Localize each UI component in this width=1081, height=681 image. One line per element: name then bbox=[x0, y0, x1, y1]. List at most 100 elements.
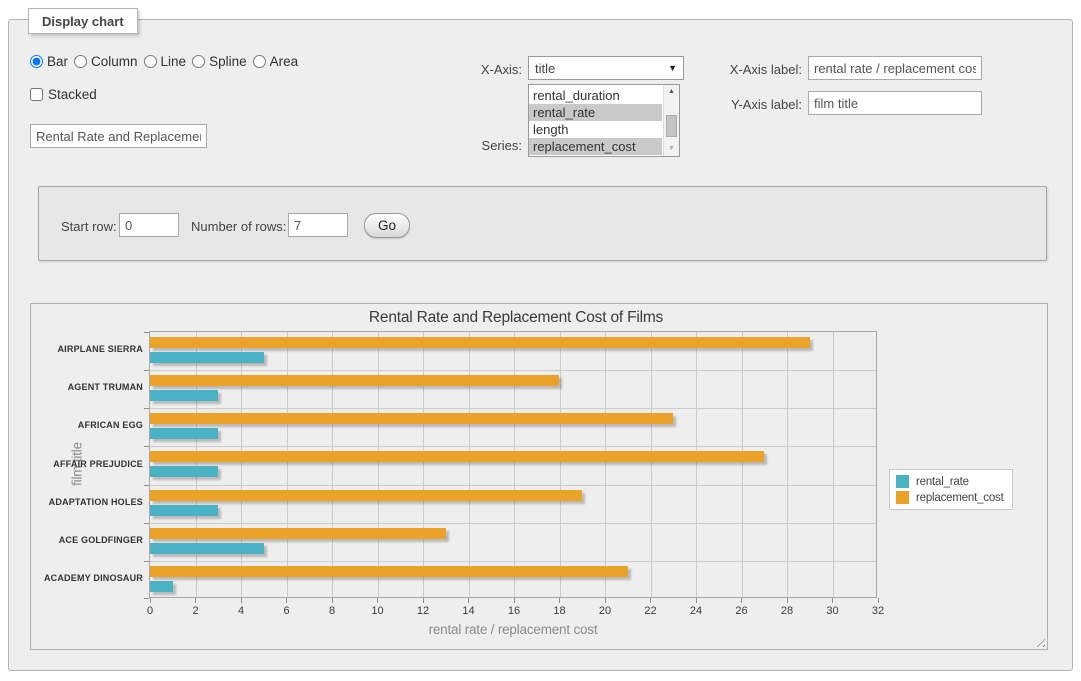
category-label: ACADEMY DINOSAUR bbox=[31, 573, 143, 583]
x-tick-label: 0 bbox=[135, 605, 165, 617]
bar-replacement_cost bbox=[150, 375, 559, 386]
x-axis-selected-value: title bbox=[535, 61, 668, 76]
chart-type-option-bar[interactable]: Bar bbox=[30, 54, 68, 69]
go-button[interactable]: Go bbox=[364, 213, 410, 238]
chart-container: Rental Rate and Replacement Cost of Film… bbox=[30, 303, 1048, 650]
chart-type-option-line[interactable]: Line bbox=[144, 54, 187, 69]
grid-line-vertical bbox=[742, 332, 743, 597]
x-tick-label: 18 bbox=[545, 605, 575, 617]
x-tick-label: 14 bbox=[454, 605, 484, 617]
x-tick-label: 28 bbox=[772, 605, 802, 617]
bar-rental_rate bbox=[150, 466, 218, 477]
x-tick-mark bbox=[241, 598, 242, 603]
radio-bar[interactable] bbox=[30, 55, 43, 68]
radio-line[interactable] bbox=[144, 55, 157, 68]
series-option-rental_rate[interactable]: rental_rate bbox=[529, 104, 662, 121]
category-label: ADAPTATION HOLES bbox=[31, 497, 143, 507]
y-tick-mark bbox=[144, 485, 149, 486]
x-tick-mark bbox=[696, 598, 697, 603]
radio-label: Bar bbox=[47, 54, 68, 69]
chart-type-option-area[interactable]: Area bbox=[253, 54, 299, 69]
scrollbar[interactable]: ▲ ▼ bbox=[663, 85, 679, 156]
stacked-label: Stacked bbox=[48, 87, 97, 102]
x-tick-mark bbox=[423, 598, 424, 603]
radio-spline[interactable] bbox=[192, 55, 205, 68]
x-tick-mark bbox=[878, 598, 879, 603]
x-tick-mark bbox=[377, 598, 378, 603]
x-axis-select[interactable]: title ▼ bbox=[528, 56, 684, 80]
x-tick-mark bbox=[650, 598, 651, 603]
x-tick-mark bbox=[150, 598, 151, 603]
x-tick-label: 10 bbox=[363, 605, 393, 617]
grid-line-vertical bbox=[833, 332, 834, 597]
x-tick-label: 4 bbox=[226, 605, 256, 617]
series-multiselect[interactable]: rental_durationrental_ratelengthreplacem… bbox=[528, 84, 680, 157]
legend-label: replacement_cost bbox=[916, 492, 1004, 504]
legend-swatch-rental_rate bbox=[896, 475, 909, 488]
y-tick-mark bbox=[144, 523, 149, 524]
number-of-rows-input[interactable] bbox=[288, 213, 348, 237]
series-option-length[interactable]: length bbox=[529, 121, 662, 138]
x-axis-label-input[interactable] bbox=[808, 56, 982, 80]
radio-column[interactable] bbox=[74, 55, 87, 68]
bar-rental_rate bbox=[150, 543, 264, 554]
grid-line-vertical bbox=[560, 332, 561, 597]
category-label: AFFAIR PREJUDICE bbox=[31, 459, 143, 469]
bar-replacement_cost bbox=[150, 337, 810, 348]
stacked-checkbox-row[interactable]: Stacked bbox=[30, 87, 97, 102]
scrollbar-thumb[interactable] bbox=[666, 115, 677, 137]
y-axis-label-input[interactable] bbox=[808, 91, 982, 115]
x-tick-label: 32 bbox=[863, 605, 893, 617]
radio-label: Line bbox=[161, 54, 187, 69]
chart-title: Rental Rate and Replacement Cost of Film… bbox=[31, 309, 1001, 327]
start-row-input[interactable] bbox=[119, 213, 179, 237]
resize-handle-icon[interactable] bbox=[1033, 635, 1045, 647]
row-range-panel: Start row: Number of rows: Go bbox=[38, 186, 1047, 261]
chart-type-option-column[interactable]: Column bbox=[74, 54, 138, 69]
bar-rental_rate bbox=[150, 352, 264, 363]
series-option-rental_duration[interactable]: rental_duration bbox=[529, 87, 662, 104]
legend-item: replacement_cost bbox=[896, 491, 1004, 504]
y-tick-mark bbox=[144, 561, 149, 562]
start-row-label: Start row: bbox=[61, 219, 117, 234]
scroll-up-icon[interactable]: ▲ bbox=[664, 85, 679, 99]
y-tick-mark bbox=[144, 370, 149, 371]
grid-line-horizontal bbox=[150, 485, 876, 486]
bar-replacement_cost bbox=[150, 566, 628, 577]
x-tick-label: 2 bbox=[181, 605, 211, 617]
x-tick-label: 22 bbox=[636, 605, 666, 617]
x-tick-mark bbox=[832, 598, 833, 603]
category-label: AGENT TRUMAN bbox=[31, 382, 143, 392]
stacked-checkbox[interactable] bbox=[30, 88, 43, 101]
grid-line-horizontal bbox=[150, 446, 876, 447]
series-option-replacement_cost[interactable]: replacement_cost bbox=[529, 138, 662, 155]
x-tick-label: 16 bbox=[499, 605, 529, 617]
x-tick-mark bbox=[468, 598, 469, 603]
x-tick-mark bbox=[332, 598, 333, 603]
series-select-label: Series: bbox=[432, 138, 522, 153]
bar-rental_rate bbox=[150, 505, 218, 516]
chart-type-option-spline[interactable]: Spline bbox=[192, 54, 247, 69]
grid-line-vertical bbox=[241, 332, 242, 597]
grid-line-vertical bbox=[287, 332, 288, 597]
x-axis-select-label: X-Axis: bbox=[432, 62, 522, 77]
x-tick-mark bbox=[286, 598, 287, 603]
x-tick-label: 30 bbox=[818, 605, 848, 617]
x-tick-label: 20 bbox=[590, 605, 620, 617]
legend-item: rental_rate bbox=[896, 475, 1004, 488]
grid-line-vertical bbox=[378, 332, 379, 597]
series-options: rental_durationrental_ratelengthreplacem… bbox=[529, 87, 679, 155]
category-label: AFRICAN EGG bbox=[31, 420, 143, 430]
number-of-rows-label: Number of rows: bbox=[191, 219, 286, 234]
grid-line-vertical bbox=[332, 332, 333, 597]
y-tick-mark bbox=[144, 446, 149, 447]
x-tick-mark bbox=[741, 598, 742, 603]
chart-title-input[interactable] bbox=[30, 124, 207, 148]
bar-rental_rate bbox=[150, 390, 218, 401]
y-tick-mark bbox=[144, 332, 149, 333]
x-tick-mark bbox=[195, 598, 196, 603]
scroll-down-icon[interactable]: ▼ bbox=[664, 142, 679, 156]
radio-area[interactable] bbox=[253, 55, 266, 68]
bar-replacement_cost bbox=[150, 451, 764, 462]
bar-replacement_cost bbox=[150, 413, 673, 424]
